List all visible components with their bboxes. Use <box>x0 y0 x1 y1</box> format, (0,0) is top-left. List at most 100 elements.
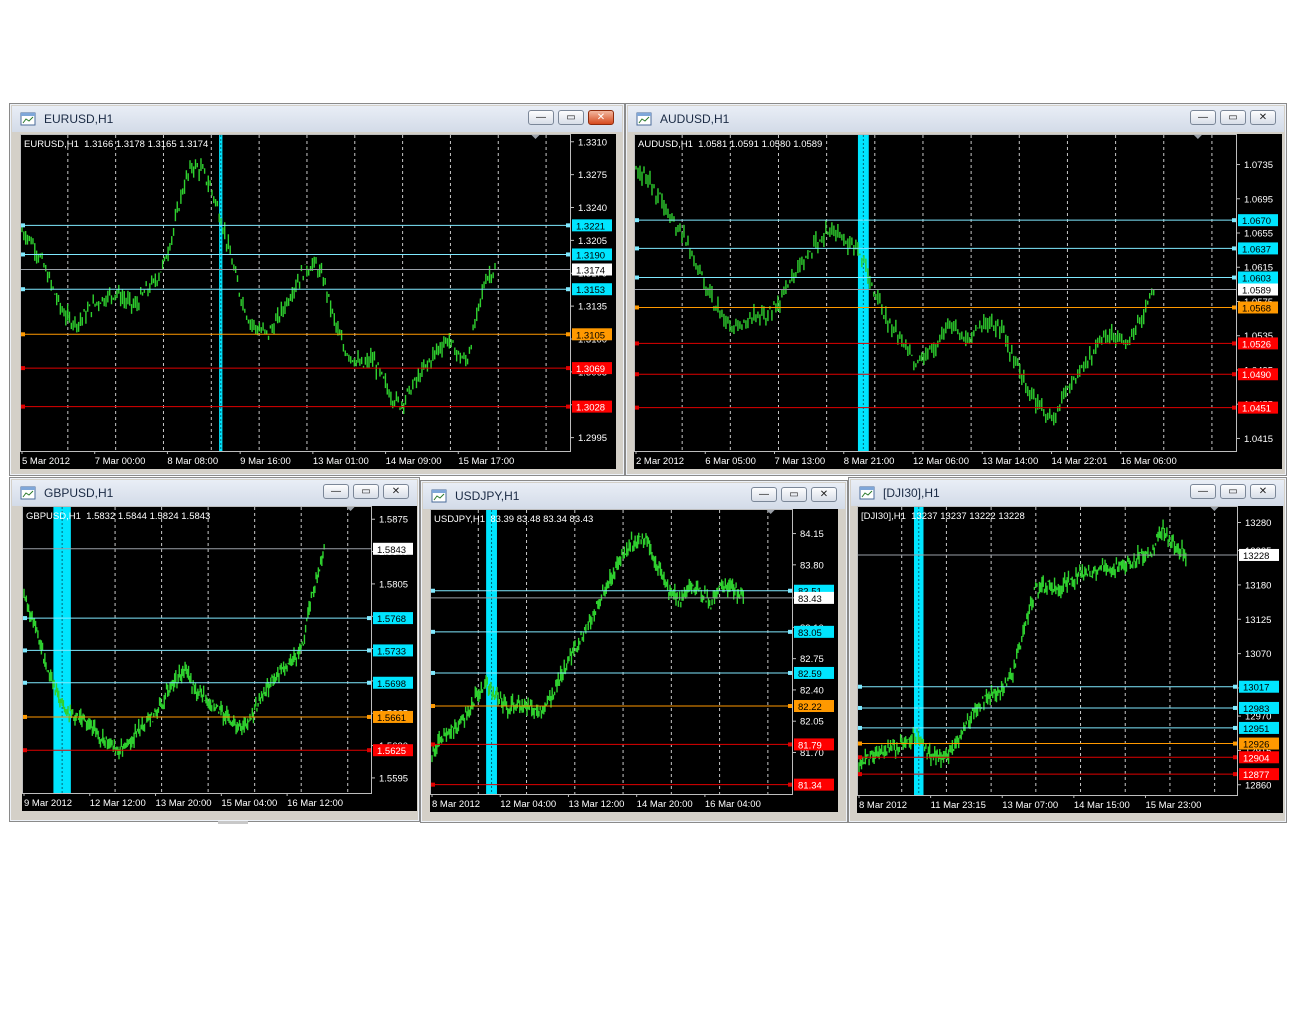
minimize-icon[interactable]: — <box>1190 110 1216 125</box>
level-marker <box>566 252 570 257</box>
minimize-icon[interactable]: — <box>751 487 777 502</box>
level-marker <box>1233 684 1237 689</box>
x-tick-label: 13 Mar 20:00 <box>156 798 212 809</box>
close-icon[interactable]: ✕ <box>383 484 409 499</box>
price-chart[interactable]: 1328013235131801312513070130151297012915… <box>857 506 1283 813</box>
titlebar[interactable]: [DJI30],H1 — ▭ ✕ <box>851 480 1284 506</box>
level-marker <box>1232 341 1236 346</box>
y-tick-label: 1.5595 <box>379 773 408 784</box>
chart-window-dji30[interactable]: [DJI30],H1 — ▭ ✕ 13280132351318013125130… <box>848 477 1287 823</box>
titlebar[interactable]: AUDUSD,H1 — ▭ ✕ <box>628 106 1284 132</box>
y-tick-label: 13125 <box>1245 615 1271 626</box>
level-price-label: 13017 <box>1243 683 1269 694</box>
price-chart[interactable]: 1.58751.58401.58051.57701.57351.57001.56… <box>22 506 417 811</box>
level-price-label: 12877 <box>1243 770 1269 781</box>
x-tick-label: 16 Mar 04:00 <box>705 799 761 810</box>
maximize-icon[interactable]: ▭ <box>558 110 584 125</box>
chart-info-text: AUDUSD,H1 1.0581 1.0591 1.0580 1.0589 <box>638 139 822 150</box>
level-marker <box>21 287 25 292</box>
level-marker <box>566 366 570 371</box>
x-tick-label: 8 Mar 08:00 <box>167 456 218 467</box>
y-tick-label: 82.40 <box>800 685 824 696</box>
y-tick-label: 1.5875 <box>379 515 408 526</box>
close-icon[interactable]: ✕ <box>811 487 837 502</box>
level-marker <box>23 748 27 753</box>
y-tick-label: 83.80 <box>800 560 824 571</box>
chart-area[interactable]: 1.33101.32751.32401.32051.31701.31351.31… <box>20 134 616 469</box>
chart-area[interactable]: 84.1583.8083.4383.1082.7582.4082.0581.70… <box>430 509 838 812</box>
level-marker <box>21 366 25 371</box>
x-tick-label: 12 Mar 06:00 <box>913 456 969 467</box>
x-tick-label: 8 Mar 2012 <box>859 800 907 811</box>
x-tick-label: 9 Mar 16:00 <box>240 456 291 467</box>
y-tick-label: 1.0415 <box>1244 434 1273 445</box>
price-chart[interactable]: 1.33101.32751.32401.32051.31701.31351.31… <box>20 134 616 469</box>
y-tick-label: 1.0735 <box>1244 160 1273 171</box>
x-tick-label: 16 Mar 06:00 <box>1121 456 1177 467</box>
maximize-icon[interactable]: ▭ <box>1220 110 1246 125</box>
level-marker <box>23 616 27 621</box>
price-chart[interactable]: 1.07351.06951.06551.06151.05751.05351.04… <box>634 134 1282 469</box>
level-price-label: 82.59 <box>798 669 822 680</box>
level-price-label: 1.0637 <box>1242 244 1271 255</box>
chart-window-usdjpy[interactable]: USDJPY,H1 — ▭ ✕ 84.1583.8083.4383.1082.7… <box>420 480 848 823</box>
x-tick-label: 8 Mar 2012 <box>432 799 480 810</box>
level-marker <box>566 287 570 292</box>
level-price-label: 1.0603 <box>1242 274 1271 285</box>
y-tick-label: 1.3310 <box>578 137 607 148</box>
titlebar[interactable]: EURUSD,H1 — ▭ ✕ <box>12 106 622 132</box>
current-price-label: 1.3174 <box>576 265 605 276</box>
chart-area[interactable]: 1328013235131801312513070130151297012915… <box>857 506 1283 813</box>
x-tick-label: 14 Mar 15:00 <box>1074 800 1130 811</box>
level-marker <box>1233 755 1237 760</box>
y-tick-label: 1.0695 <box>1244 194 1273 205</box>
level-price-label: 12951 <box>1243 724 1269 735</box>
x-tick-label: 13 Mar 14:00 <box>982 456 1038 467</box>
maximize-icon[interactable]: ▭ <box>353 484 379 499</box>
level-marker <box>1233 772 1237 777</box>
level-marker <box>566 332 570 337</box>
current-price-label: 1.0589 <box>1242 286 1271 297</box>
minimize-icon[interactable]: — <box>528 110 554 125</box>
level-marker <box>431 704 435 709</box>
chart-area[interactable]: 1.58751.58401.58051.57701.57351.57001.56… <box>22 506 417 811</box>
chart-info-text: EURUSD,H1 1.3166 1.3178 1.3165 1.3174 <box>24 139 208 150</box>
titlebar[interactable]: USDJPY,H1 — ▭ ✕ <box>423 483 845 509</box>
current-price-label: 1.5843 <box>377 545 406 556</box>
minimize-icon[interactable]: — <box>323 484 349 499</box>
x-tick-label: 11 Mar 23:15 <box>931 800 986 811</box>
close-icon[interactable]: ✕ <box>1250 484 1276 499</box>
level-marker <box>1232 218 1236 223</box>
level-price-label: 1.3069 <box>576 364 605 375</box>
y-tick-label: 1.0655 <box>1244 229 1273 240</box>
chart-area[interactable]: 1.07351.06951.06551.06151.05751.05351.04… <box>634 134 1282 469</box>
chart-window-icon <box>636 112 652 126</box>
minimize-icon[interactable]: — <box>1190 484 1216 499</box>
maximize-icon[interactable]: ▭ <box>781 487 807 502</box>
close-icon[interactable]: ✕ <box>588 110 614 125</box>
level-price-label: 1.3153 <box>576 285 605 296</box>
close-icon[interactable]: ✕ <box>1250 110 1276 125</box>
level-marker <box>566 223 570 228</box>
window-title: [DJI30],H1 <box>883 486 940 500</box>
level-price-label: 81.79 <box>798 740 822 751</box>
chart-window-audusd[interactable]: AUDUSD,H1 — ▭ ✕ 1.0735 1.0695 1.0655 1.0615… <box>625 103 1287 476</box>
chart-window-eurusd[interactable]: EURUSD,H1 — ▭ ✕ 1.3310 1.3275 1.3240 1.3205… <box>9 103 625 476</box>
level-marker <box>788 588 792 593</box>
chart-info-text: GBPUSD,H1 1.5832 1.5844 1.5824 1.5843 <box>26 511 210 522</box>
level-price-label: 81.34 <box>798 781 822 792</box>
level-marker <box>635 305 639 310</box>
maximize-icon[interactable]: ▭ <box>1220 484 1246 499</box>
chart-window-gbpusd[interactable]: GBPUSD,H1 — ▭ ✕ 1.58751.58401.58051.5770… <box>9 477 420 822</box>
titlebar[interactable]: GBPUSD,H1 — ▭ ✕ <box>12 480 417 506</box>
level-marker <box>858 684 862 689</box>
level-price-label: 1.0490 <box>1242 370 1271 381</box>
y-tick-label: 82.05 <box>800 717 824 728</box>
level-marker <box>21 332 25 337</box>
level-marker <box>788 742 792 747</box>
current-price-label: 83.43 <box>798 594 822 605</box>
y-tick-label: 13070 <box>1245 649 1271 660</box>
x-tick-label: 12 Mar 12:00 <box>90 798 146 809</box>
price-chart[interactable]: 84.1583.8083.4383.1082.7582.4082.0581.70… <box>430 509 838 812</box>
level-marker <box>635 218 639 223</box>
